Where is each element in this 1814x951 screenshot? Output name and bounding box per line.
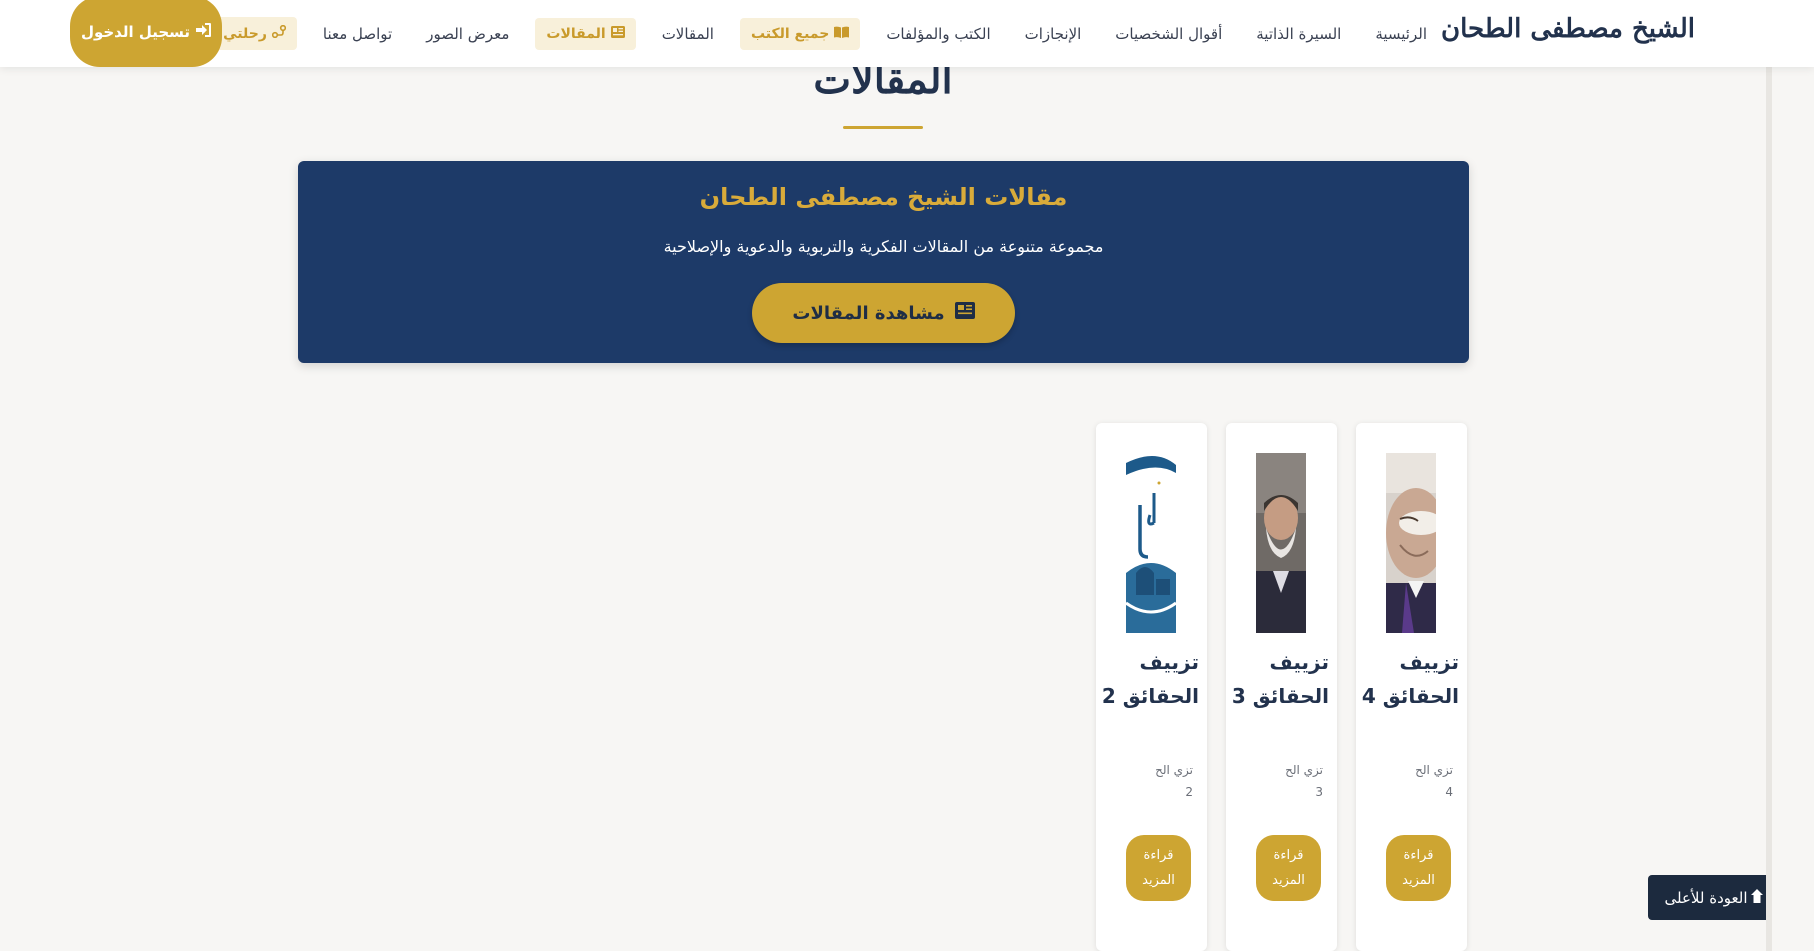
route-icon (271, 24, 286, 42)
article-card[interactable]: تزييف الحقائق 2 تزي الح 2 قراءة المزيد (1096, 423, 1207, 951)
login-button[interactable]: تسجيل الدخول (70, 0, 222, 67)
book-open-icon (834, 26, 850, 42)
nav-links: الرئيسية السيرة الذاتية أقوال الشخصيات ا… (140, 0, 1444, 67)
newspaper-icon (610, 25, 625, 42)
banner-title: مقالات الشيخ مصطفى الطحان (699, 183, 1068, 211)
article-title[interactable]: تزييف الحقائق 2 (1096, 645, 1199, 713)
back-to-top-label: العودة للأعلى (1664, 888, 1748, 907)
title-underline (843, 126, 923, 129)
login-label: تسجيل الدخول (80, 22, 191, 41)
article-card[interactable]: تزييف الحقائق 4 تزي الح 4 قراءة المزيد (1356, 423, 1467, 951)
site-brand[interactable]: الشيخ مصطفى الطحان (1441, 14, 1695, 44)
arrow-up-icon (1751, 888, 1764, 907)
article-card[interactable]: تزييف الحقائق 3 تزي الح 3 قراءة المزيد (1226, 423, 1337, 951)
top-navbar: الشيخ مصطفى الطحان الرئيسية السيرة الذات… (0, 0, 1814, 67)
article-excerpt: تزي الح 3 (1285, 763, 1323, 799)
article-excerpt: تزي الح 4 (1415, 763, 1453, 799)
scrollbar-track[interactable] (1766, 0, 1772, 951)
back-to-top-button[interactable]: العودة للأعلى (1648, 875, 1780, 920)
page-scrollbar[interactable] (1766, 0, 1814, 951)
read-more-button[interactable]: قراءة المزيد (1126, 835, 1191, 901)
article-title[interactable]: تزييف الحقائق 3 (1226, 645, 1329, 713)
sign-in-icon (196, 22, 212, 41)
nav-link-home[interactable]: الرئيسية (1358, 25, 1444, 43)
nav-link-articles[interactable]: المقالات (645, 25, 731, 43)
nav-link-biography[interactable]: السيرة الذاتية (1239, 25, 1358, 43)
article-image (1256, 453, 1306, 633)
nav-link-quotes[interactable]: أقوال الشخصيات (1098, 25, 1239, 43)
articles-banner: مقالات الشيخ مصطفى الطحان مجموعة متنوعة … (298, 161, 1469, 363)
article-image (1126, 453, 1176, 633)
read-more-button[interactable]: قراءة المزيد (1256, 835, 1321, 901)
nav-pill-articles-label: المقالات (546, 25, 606, 42)
nav-pill-all-books[interactable]: جميع الكتب (739, 17, 861, 50)
nav-link-gallery[interactable]: معرض الصور (409, 25, 526, 43)
nav-pill-articles[interactable]: المقالات (535, 17, 636, 50)
read-more-button[interactable]: قراءة المزيد (1386, 835, 1451, 901)
newspaper-icon (954, 302, 975, 324)
banner-subtitle: مجموعة متنوعة من المقالات الفكرية والترب… (663, 237, 1104, 256)
article-image (1386, 453, 1436, 633)
view-articles-button[interactable]: مشاهدة المقالات (752, 283, 1015, 343)
nav-link-books[interactable]: الكتب والمؤلفات (869, 25, 1007, 43)
article-excerpt: تزي الح 2 (1155, 763, 1193, 799)
nav-link-achievements[interactable]: الإنجازات (1008, 25, 1099, 43)
article-title[interactable]: تزييف الحقائق 4 (1356, 645, 1459, 713)
nav-link-contact[interactable]: تواصل معنا (306, 25, 409, 43)
view-articles-label: مشاهدة المقالات (792, 302, 945, 324)
nav-pill-all-books-label: جميع الكتب (750, 25, 830, 42)
